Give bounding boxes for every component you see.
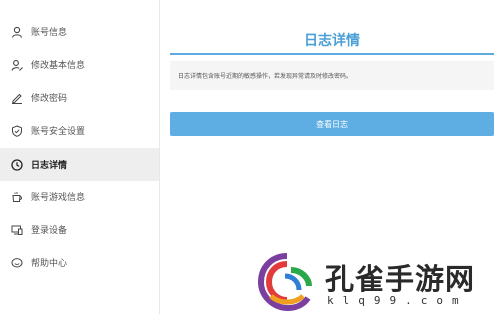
sidebar-item-label: 账号信息 — [31, 28, 68, 38]
watermark-text: 孔雀手游网 — [325, 262, 476, 296]
watermark-logo — [257, 253, 312, 312]
sidebar-item-game-info[interactable]: 账号游戏信息 — [0, 180, 159, 213]
sidebar-item-log-details[interactable]: 日志详情 — [0, 148, 159, 181]
sidebar-item-security-settings[interactable]: 账号安全设置 — [0, 114, 159, 147]
user-icon — [11, 26, 23, 38]
sidebar-item-label: 日志详情 — [31, 161, 68, 171]
sidebar-item-change-password[interactable]: 修改密码 — [0, 81, 159, 114]
user-edit-icon — [11, 59, 23, 71]
sidebar-item-label: 账号安全设置 — [31, 127, 86, 137]
cup-icon — [11, 191, 23, 203]
notice-text: 日志详情包含账号近期的敏感操作，若发现异常请及时修改密码。 — [170, 61, 494, 90]
sidebar-item-label: 修改密码 — [31, 94, 68, 104]
sidebar: 账号信息 修改基本信息 修改密码 账号安全设置 日志详情 账号游戏信息 登录设备… — [0, 0, 160, 314]
watermark-url: klq99.com — [327, 294, 468, 307]
sidebar-item-login-devices[interactable]: 登录设备 — [0, 213, 159, 246]
sidebar-item-help-center[interactable]: 帮助中心 — [0, 246, 159, 279]
sidebar-item-label: 修改基本信息 — [31, 61, 86, 71]
shield-check-icon — [11, 124, 23, 137]
clock-icon — [11, 158, 23, 171]
sidebar-item-label: 帮助中心 — [31, 259, 68, 269]
sidebar-item-edit-basic-info[interactable]: 修改基本信息 — [0, 48, 159, 81]
chat-icon — [11, 257, 23, 269]
pencil-icon — [11, 92, 23, 104]
sidebar-item-label: 登录设备 — [31, 226, 68, 236]
page-title: 日志详情 — [304, 33, 360, 49]
sidebar-item-account-info[interactable]: 账号信息 — [0, 15, 159, 48]
watermark: 孔雀手游网 klq99.com — [257, 250, 500, 314]
title-underline — [170, 53, 494, 55]
sidebar-item-label: 账号游戏信息 — [31, 193, 86, 203]
view-log-button[interactable]: 查看日志 — [170, 112, 494, 136]
devices-icon — [11, 224, 23, 236]
